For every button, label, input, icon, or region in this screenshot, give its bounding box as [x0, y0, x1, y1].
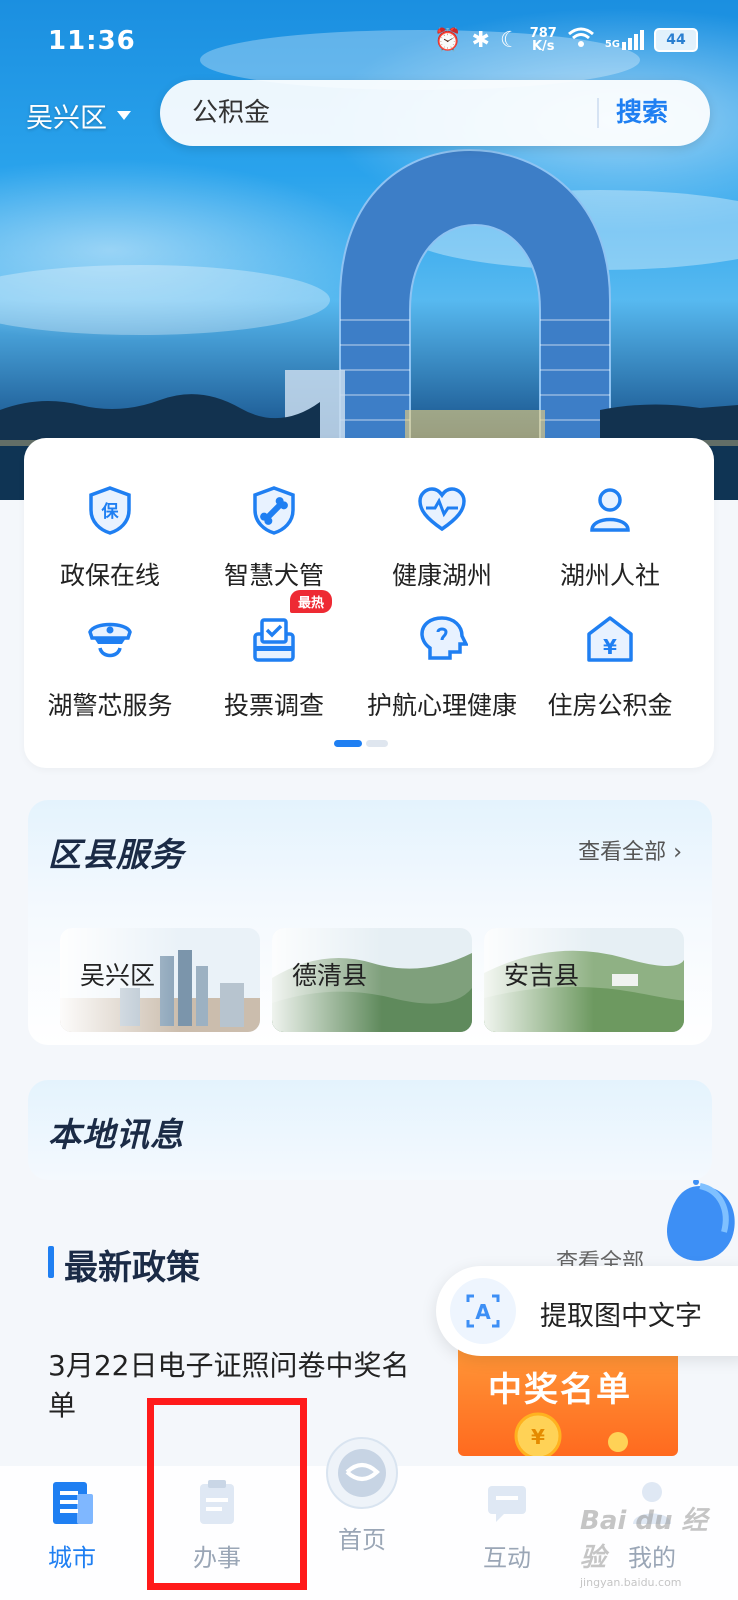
city-icon: [47, 1476, 97, 1528]
search-input[interactable]: [192, 80, 572, 146]
search-button[interactable]: 搜索: [616, 80, 668, 146]
bluetooth-icon: ✱: [471, 27, 490, 53]
psychology-icon: [416, 614, 469, 666]
svg-text:保: 保: [101, 501, 120, 522]
search-bar[interactable]: 搜索: [160, 80, 710, 146]
county-card-anji[interactable]: 安吉县: [484, 928, 684, 1032]
service-grid-card: 保 政保在线 智慧犬管 健康湖州 湖州人社 湖警芯服务 最热 投票调查 护航心理…: [24, 438, 714, 768]
house-yuan-icon: ¥: [584, 614, 636, 666]
local-news-panel: 本地讯息: [28, 1080, 712, 1180]
county-name: 德清县: [292, 961, 368, 990]
extract-text-button[interactable]: A 提取图中文字: [436, 1266, 738, 1356]
assistant-mascot-icon[interactable]: [660, 1179, 738, 1266]
battery-indicator: 44: [654, 28, 698, 52]
district-title: 区县服务: [48, 835, 184, 874]
district-services-panel: 区县服务 查看全部 › 吴兴区 德清县 安吉县: [28, 800, 712, 1045]
svg-text:¥: ¥: [603, 635, 617, 659]
service-label: 湖警芯服务: [47, 691, 173, 720]
service-label: 政保在线: [59, 561, 160, 590]
service-item-vote[interactable]: 最热 投票调查: [188, 590, 360, 722]
nav-item-city[interactable]: 城市: [7, 1466, 137, 1586]
service-item-police[interactable]: 湖警芯服务: [24, 614, 196, 722]
chevron-right-icon: ›: [673, 840, 682, 865]
county-card-deqing[interactable]: 德清县: [272, 928, 472, 1032]
page-dot: [366, 740, 388, 747]
county-name: 吴兴区: [80, 961, 156, 990]
service-label: 湖州人社: [559, 561, 660, 590]
baidu-watermark: Bai du 经验 jingyan.baidu.com: [580, 1500, 730, 1590]
page-dot-active: [334, 740, 362, 747]
hero-banner: 11:36 ⏰ ✱ ☾ 787 K/s 5G 44 吴兴区 公积金 搜索: [0, 0, 738, 500]
chevron-down-icon: [117, 111, 131, 120]
service-label: 投票调查: [223, 691, 324, 720]
nav-label: 城市: [48, 1544, 96, 1572]
county-name: 安吉县: [504, 961, 580, 990]
nav-item-home[interactable]: 首页: [297, 1437, 427, 1586]
service-item-zhengbao[interactable]: 保 政保在线: [24, 484, 196, 592]
location-label: 吴兴区: [26, 103, 107, 134]
status-icons: ⏰ ✱ ☾ 787 K/s 5G 44: [434, 26, 698, 54]
status-time: 11:36: [48, 26, 136, 56]
location-selector[interactable]: 吴兴区: [26, 96, 131, 135]
local-news-title: 本地讯息: [48, 1115, 184, 1154]
service-label: 智慧犬管: [223, 561, 324, 590]
page-indicator: [334, 740, 388, 747]
search-divider: [597, 98, 599, 128]
service-label: 健康湖州: [391, 561, 492, 590]
signal-icon: 5G: [605, 30, 644, 50]
home-logo-icon: [325, 1436, 399, 1510]
service-item-dog[interactable]: 智慧犬管: [188, 484, 360, 592]
policy-title-accent: [48, 1246, 54, 1278]
service-item-psychology[interactable]: 护航心理健康: [356, 614, 528, 722]
heart-pulse-icon: [416, 484, 468, 536]
nav-label: 互动: [483, 1544, 531, 1572]
service-item-health[interactable]: 健康湖州: [356, 484, 528, 592]
district-view-all[interactable]: 查看全部 ›: [578, 834, 682, 866]
shield-bao-icon: 保: [84, 484, 136, 536]
svg-text:¥: ¥: [531, 1425, 545, 1449]
watermark-domain: jingyan.baidu.com: [580, 1576, 682, 1589]
police-cap-icon: [84, 614, 136, 666]
status-bar: 11:36 ⏰ ✱ ☾ 787 K/s 5G 44: [0, 0, 738, 80]
svg-text:A: A: [475, 1300, 491, 1324]
ballot-box-icon: 最热: [248, 590, 333, 666]
text-scan-icon: A: [450, 1278, 516, 1344]
wifi-icon: [567, 26, 595, 54]
bone-icon: [248, 484, 300, 536]
highlight-annotation-box: [147, 1398, 307, 1590]
hot-badge: 最热: [290, 590, 333, 613]
alarm-icon: ⏰: [434, 27, 462, 53]
service-label: 护航心理健康: [366, 691, 517, 720]
network-speed: 787 K/s: [529, 26, 557, 54]
view-all-label: 查看全部: [578, 840, 667, 865]
nav-item-interaction[interactable]: 互动: [442, 1466, 572, 1586]
service-item-housing-fund[interactable]: ¥ 住房公积金: [524, 614, 696, 722]
county-card-wuxing[interactable]: 吴兴区: [60, 928, 260, 1032]
service-label: 住房公积金: [547, 691, 673, 720]
nav-label: 首页: [338, 1526, 386, 1554]
service-item-social[interactable]: 湖州人社: [524, 484, 696, 592]
chat-icon: [482, 1476, 532, 1528]
extract-text-label: 提取图中文字: [540, 1301, 702, 1332]
moon-icon: ☾: [499, 27, 520, 53]
policy-title: 最新政策: [64, 1248, 200, 1288]
person-service-icon: [584, 484, 636, 536]
watermark-brand: Bai du 经验: [580, 1506, 708, 1573]
